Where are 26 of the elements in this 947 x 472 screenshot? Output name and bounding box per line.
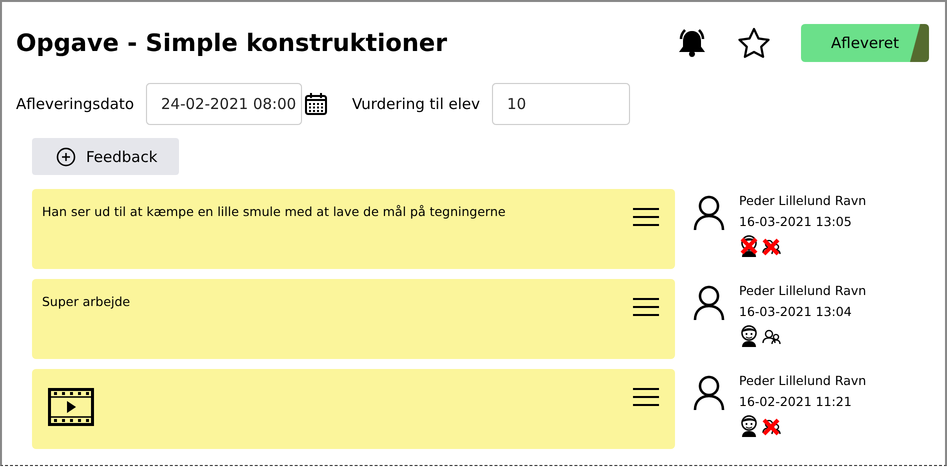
input-field[interactable]: 24-02-2021 08:00	[146, 83, 302, 125]
bell-icon[interactable]	[677, 27, 707, 59]
author-name: Peder Lillelund Ravn	[739, 193, 866, 208]
user-icon	[693, 375, 725, 411]
input-field[interactable]: 10	[492, 83, 630, 125]
menu-icon[interactable]	[633, 387, 659, 407]
feedback-button[interactable]: Feedback	[32, 138, 179, 175]
field-label: Afleveringsdato	[16, 95, 134, 113]
author-name: Peder Lillelund Ravn	[739, 283, 866, 298]
feedback-date: 16-03-2021 13:05	[739, 214, 853, 229]
video-icon[interactable]	[48, 388, 94, 426]
menu-icon[interactable]	[633, 297, 659, 317]
feedback-text: Han ser ud til at kæmpe en lille smule med at lave de mål på tegningerne	[42, 204, 506, 219]
feedback-date: 16-02-2021 11:21	[739, 394, 853, 409]
page-title: Opgave - Simple konstruktioner	[16, 29, 448, 57]
user-icon	[693, 285, 725, 321]
status-button[interactable]: Afleveret	[801, 24, 929, 62]
calendar-icon[interactable]	[304, 92, 328, 116]
author-name: Peder Lillelund Ravn	[739, 373, 866, 388]
menu-icon[interactable]	[633, 207, 659, 227]
field-label: Vurdering til elev	[352, 95, 480, 113]
star-icon[interactable]	[737, 27, 771, 59]
user-icon	[693, 195, 725, 231]
feedback-date: 16-03-2021 13:04	[739, 304, 853, 319]
plus-icon	[56, 146, 76, 166]
feedback-text: Super arbejde	[42, 294, 130, 309]
